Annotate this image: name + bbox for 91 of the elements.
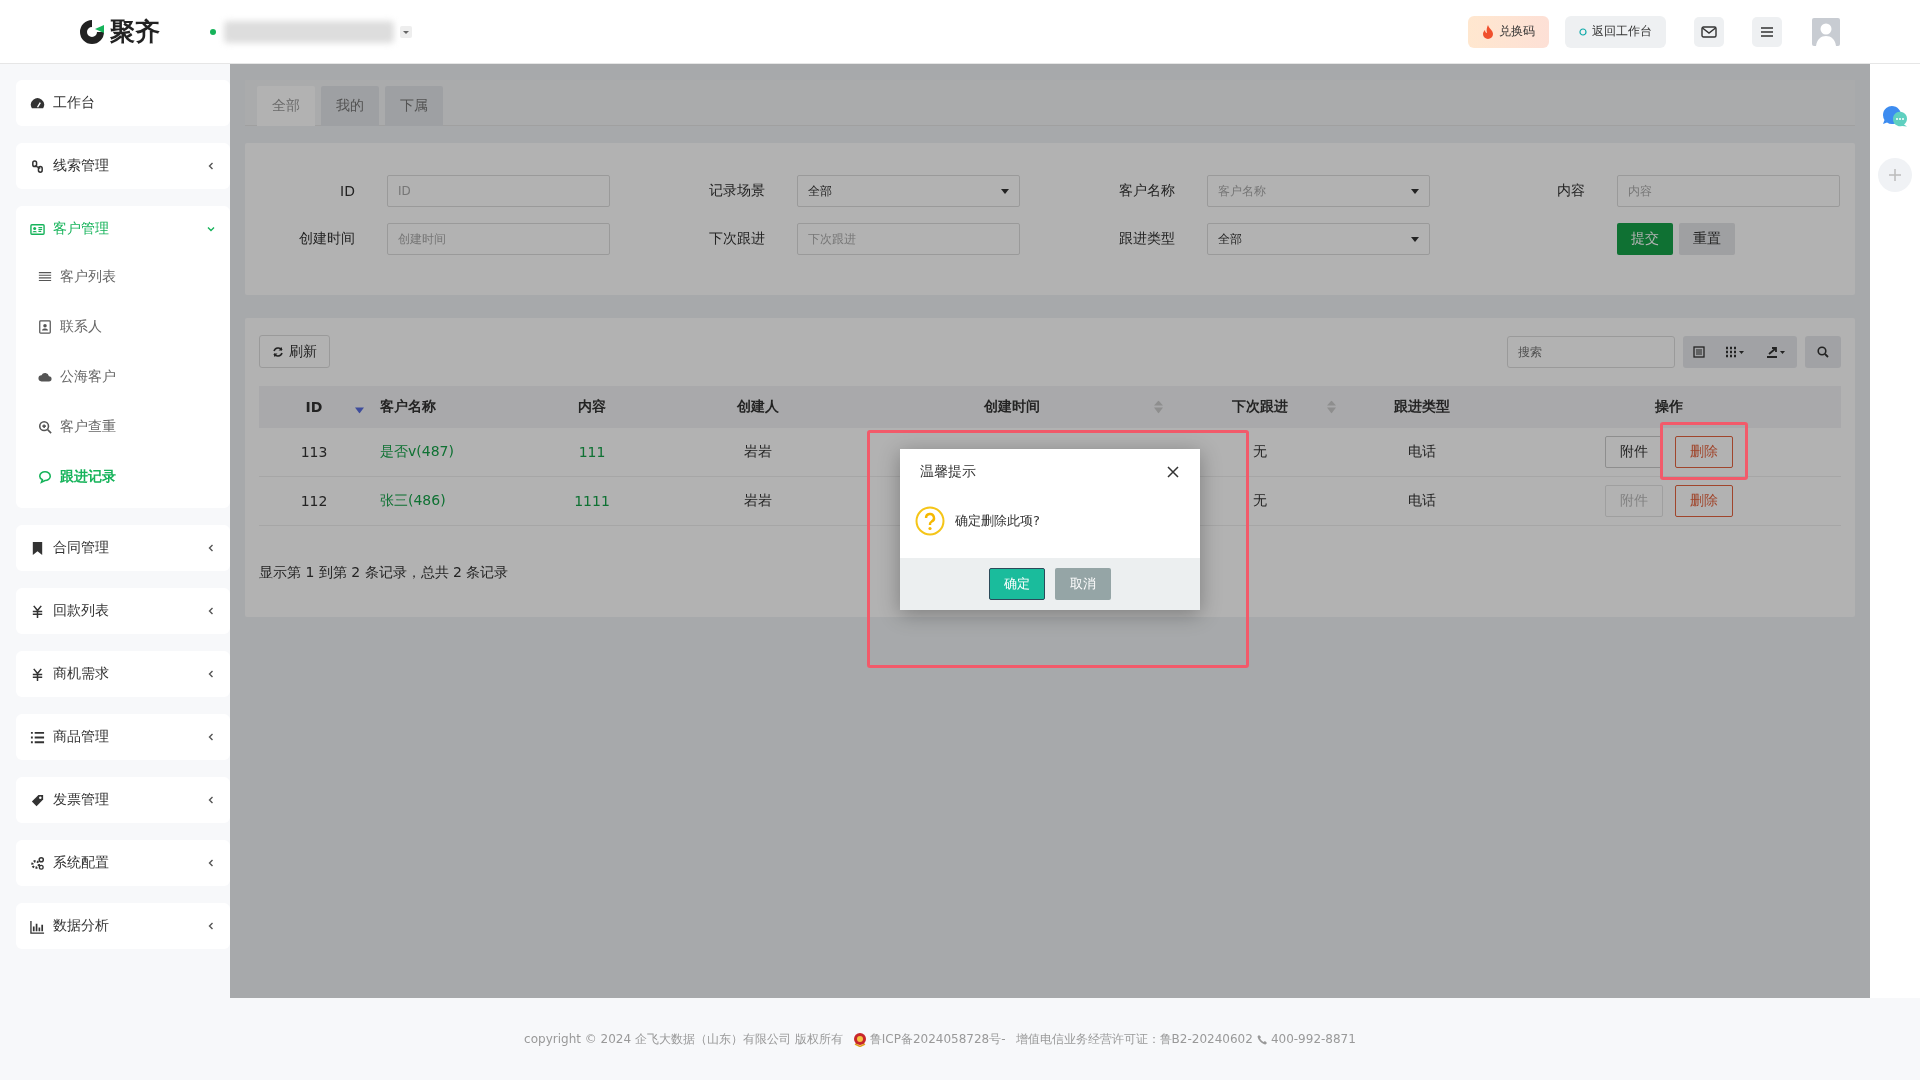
- filter-label: 下次跟进: [708, 230, 766, 248]
- yen-icon: [30, 603, 45, 619]
- search-icon: [1817, 345, 1829, 358]
- table-cell: 电话: [1348, 428, 1496, 477]
- column-header: 内容: [578, 398, 606, 414]
- sidebar-item[interactable]: 商品管理: [16, 714, 230, 760]
- column-header: 下次跟进: [1232, 398, 1288, 414]
- sidebar-subitem[interactable]: 公海客户: [16, 352, 230, 402]
- sidebar-item[interactable]: 工作台: [16, 80, 230, 126]
- mail-button[interactable]: [1694, 16, 1724, 47]
- filter-label: 客户名称: [1118, 182, 1176, 200]
- export-button[interactable]: [1755, 335, 1797, 368]
- table-cell: 112: [259, 476, 369, 526]
- reset-button[interactable]: 重置: [1679, 223, 1735, 255]
- question-icon: [915, 506, 945, 536]
- yen-icon: [30, 666, 45, 682]
- caret-down-icon: [1001, 188, 1009, 194]
- copyright-text: copyright © 2024 企飞大数据（山东）有限公司 版权所有: [524, 1030, 843, 1048]
- phone-number: 400-992-8871: [1270, 1032, 1356, 1046]
- mail-icon: [1701, 25, 1717, 38]
- refresh-button[interactable]: 刷新: [259, 335, 330, 368]
- table-cell: 电话: [1348, 476, 1496, 526]
- menu-button[interactable]: [1752, 16, 1782, 47]
- table-cell: 113: [259, 428, 369, 477]
- back-to-workbench-button[interactable]: 返回工作台: [1565, 15, 1666, 48]
- circle-icon: [1579, 27, 1587, 36]
- toggle-view-button[interactable]: [1683, 335, 1715, 368]
- column-header: 创建时间: [984, 398, 1040, 414]
- select-field[interactable]: 全部: [1207, 223, 1430, 255]
- sidebar-item[interactable]: 数据分析: [16, 903, 230, 949]
- bar-chart-icon: [30, 918, 45, 934]
- redeem-button[interactable]: 兑换码: [1468, 15, 1549, 48]
- column-header: ID: [305, 399, 323, 415]
- flame-icon: [1482, 24, 1494, 39]
- gears-icon: [30, 855, 45, 871]
- pagination-summary: 显示第 1 到第 2 条记录，总共 2 条记录: [259, 564, 510, 582]
- filter-label: 记录场景: [708, 182, 766, 200]
- select-field[interactable]: 全部: [797, 175, 1020, 207]
- sidebar-subitem[interactable]: 客户查重: [16, 402, 230, 452]
- filter-label: ID: [339, 183, 356, 199]
- search-button[interactable]: [1805, 335, 1841, 368]
- sidebar-subitem[interactable]: 联系人: [16, 302, 230, 352]
- sidebar-item[interactable]: 系统配置: [16, 840, 230, 886]
- table-view-icon: [1693, 345, 1705, 358]
- menu-icon: [1760, 25, 1774, 38]
- caret-down-icon: [1411, 236, 1419, 242]
- link-icon: [30, 158, 45, 174]
- column-header: 操作: [1654, 398, 1683, 414]
- table-cell: 岩岩: [664, 476, 852, 526]
- list-icon: [38, 270, 52, 284]
- tag-icon: [30, 792, 45, 808]
- sidebar-subitem[interactable]: 客户列表: [16, 252, 230, 302]
- column-header: 创建人: [737, 398, 779, 414]
- police-badge-icon: [852, 1031, 867, 1047]
- dashboard-icon: [30, 95, 45, 111]
- cloud-icon: [38, 370, 52, 384]
- sidebar-item[interactable]: 回款列表: [16, 588, 230, 634]
- plus-icon: [1888, 168, 1902, 182]
- attachment-button[interactable]: 附件: [1604, 436, 1663, 468]
- refresh-icon: [272, 345, 284, 358]
- column-header: 客户名称: [379, 398, 436, 414]
- text-field[interactable]: ID: [387, 175, 610, 207]
- close-icon: [1166, 464, 1180, 479]
- filter-label: 跟进类型: [1118, 230, 1176, 248]
- sidebar-item[interactable]: 线索管理: [16, 143, 230, 189]
- sidebar-item[interactable]: 发票管理: [16, 777, 230, 823]
- list-icon: [30, 729, 45, 745]
- dialog-title: 温馨提示: [920, 462, 976, 481]
- close-button[interactable]: [1166, 464, 1180, 479]
- grid-icon: [1725, 345, 1745, 358]
- license-text: 增值电信业务经营许可证：鲁B2-20240602: [1015, 1030, 1253, 1048]
- dropdown-icon[interactable]: [400, 25, 412, 38]
- caret-down-icon: [1411, 188, 1419, 194]
- chat-bubbles-icon: [38, 470, 52, 484]
- filter-label: 创建时间: [298, 230, 356, 248]
- filter-label: 内容: [1556, 182, 1586, 200]
- search-field[interactable]: 搜索: [1507, 335, 1675, 368]
- logo-icon: [78, 17, 106, 46]
- id-card-icon: [30, 221, 45, 237]
- contact-card-icon: [38, 320, 52, 334]
- sidebar-item[interactable]: 商机需求: [16, 651, 230, 697]
- zoom-search-icon: [38, 420, 52, 434]
- column-header: 跟进类型: [1394, 398, 1450, 414]
- sidebar-item[interactable]: 合同管理: [16, 525, 230, 571]
- chat-icon[interactable]: [1881, 104, 1909, 128]
- logo-text: 聚齐: [110, 16, 160, 48]
- dialog-message: 确定删除此项?: [955, 512, 1040, 530]
- export-icon: [1765, 345, 1787, 358]
- table-cell: 岩岩: [664, 428, 852, 477]
- phone-icon: [1256, 1033, 1268, 1045]
- bookmark-icon: [30, 540, 45, 556]
